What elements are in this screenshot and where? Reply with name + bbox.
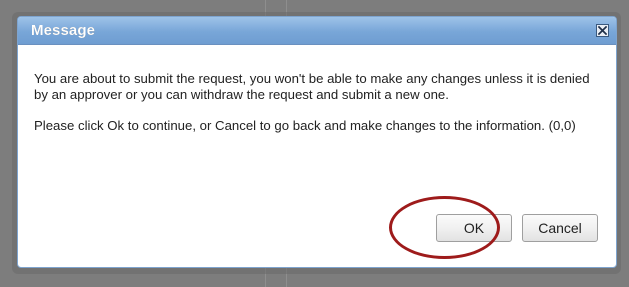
dialog-titlebar[interactable]: Message	[18, 17, 616, 45]
dialog-message-1: You are about to submit the request, you…	[34, 71, 590, 102]
ok-button[interactable]: OK	[436, 214, 512, 242]
dialog-button-row: OK Cancel	[436, 214, 598, 242]
message-dialog: Message You are about to submit the requ…	[17, 16, 617, 268]
close-icon[interactable]	[596, 24, 609, 37]
cancel-button[interactable]: Cancel	[522, 214, 598, 242]
dialog-message-2: Please click Ok to continue, or Cancel t…	[34, 118, 576, 133]
dialog-body: You are about to submit the request, you…	[18, 45, 616, 134]
dialog-title: Message	[31, 22, 96, 39]
